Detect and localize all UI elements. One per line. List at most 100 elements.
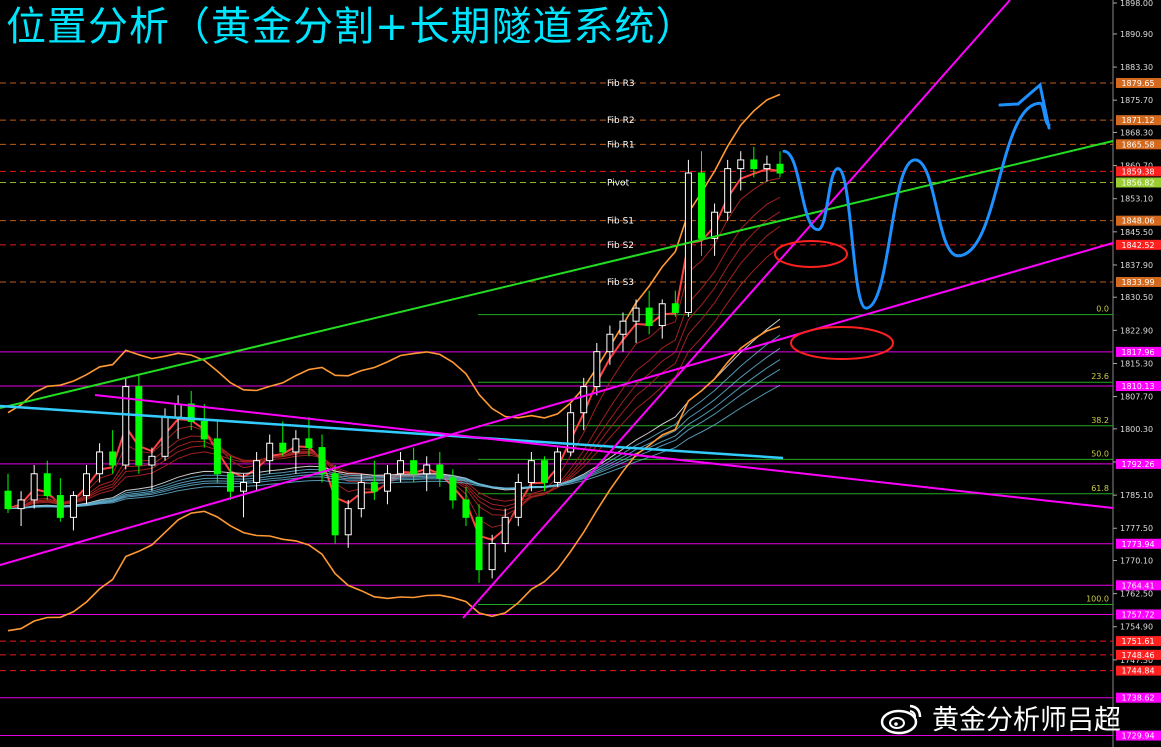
candle-body [96,451,104,475]
magenta-descending-line [94,394,1114,509]
axis-tick-label: 1815.30 [1120,359,1153,368]
candle-body [17,499,25,510]
candle-body [226,473,234,492]
candle-body [711,211,719,239]
candle-body [606,333,614,353]
level-tag-label: 1842.52 [1121,241,1154,250]
level-tag-label: 1792.26 [1121,460,1154,469]
candle-body [161,416,169,457]
fib-label: 50.0 [1091,449,1109,458]
chart-window: 0.0 23.6 38.2 50.0 61.8 100.0 Fib R3 Fib R2 Fib … [0,0,1161,747]
axis-tick-label: 1770.10 [1120,556,1153,565]
pivot-label: Fib S2 [607,241,634,251]
magenta-steep-line [462,0,1011,619]
candle-body [344,508,352,536]
axis-tick-label: 1807.70 [1120,393,1153,402]
fib-label: 23.6 [1091,372,1109,381]
pivot-label: Fib R1 [607,140,635,150]
candle-body [109,451,117,466]
level-tag-label: 1751.61 [1121,637,1154,646]
bollinger-upper [7,93,781,419]
candle-body [383,473,391,492]
candle-body [69,495,77,518]
candle-body [279,442,287,453]
pivot-label: Fib S1 [607,217,634,227]
pivot-label: Fib R2 [607,116,635,126]
pivot-label: Fib S3 [607,278,634,288]
level-tag-label: 1738.62 [1121,694,1154,703]
red-ellipse-lower [790,326,894,360]
candle-body [331,473,339,536]
candle-body [83,473,91,497]
candle-body [423,464,431,475]
candle-body [266,442,274,462]
candle-body [488,542,496,571]
candle-body [501,516,509,544]
green-trendline [0,140,1114,409]
axis-tick-label: 1868.30 [1120,128,1153,137]
candle-body [240,481,248,492]
level-tag-label: 1817.96 [1121,348,1154,357]
pivot-label: Fib R3 [607,79,635,89]
candle-body [540,460,548,483]
level-tag-label: 1748.46 [1121,651,1154,660]
level-tag-label: 1757.72 [1121,610,1154,619]
chart-title: 位置分析（黄金分割+长期隧道系统） [6,4,697,50]
level-tag-label: 1833.99 [1121,278,1154,287]
axis-tick-label: 1875.70 [1120,96,1153,105]
candle-body [56,495,64,518]
candle-body [475,516,483,571]
candle-body [318,447,326,475]
candle-body [148,455,156,466]
level-tag-label: 1744.84 [1121,667,1154,676]
level-tag-label: 1859.38 [1121,167,1154,176]
fib-label: 0.0 [1096,305,1109,314]
candle-body [357,481,365,510]
blue-forecast-path [782,101,1051,310]
axis-tick-label: 1853.10 [1120,195,1153,204]
level-tag-label: 1810.13 [1121,382,1154,391]
candle-body [30,473,38,501]
level-tag-label: 1773.94 [1121,540,1154,549]
fib-label: 38.2 [1091,416,1109,425]
level-tag-label: 1865.58 [1121,140,1154,149]
candle-body [763,163,771,170]
ma-ribbon-red [7,211,781,512]
candle-body [514,481,522,518]
level-tag-label: 1871.12 [1121,116,1154,125]
candle-body [174,403,182,418]
pivot-label: Pivot [607,178,630,188]
candle-body [619,320,627,335]
level-tag-label: 1856.82 [1121,178,1154,187]
axis-tick-label: 1785.10 [1120,491,1153,500]
level-tag-label: 1879.65 [1121,79,1154,88]
axis-tick-label: 1890.90 [1120,30,1153,39]
axis-tick-label: 1845.50 [1120,228,1153,237]
axis-tick-label: 1762.50 [1120,590,1153,599]
watermark: 黄金分析师吕超 [880,698,1121,737]
chart-canvas: 0.0 23.6 38.2 50.0 61.8 100.0 Fib R3 Fib R2 Fib … [0,0,1161,747]
candle-body [632,307,640,322]
ma-ribbon-red [7,225,781,510]
candle-body [305,438,313,449]
candle-body [671,303,679,313]
candle-body [737,159,745,170]
candle-body [580,386,588,414]
level-tag-label: 1764.41 [1121,581,1154,590]
candle-body [697,172,705,239]
candle-body [200,420,208,440]
candle-body [645,307,653,327]
candle-body [776,163,784,174]
candle-body [213,438,221,475]
candle-body [658,303,666,327]
candle-body [410,460,418,475]
axis-tick-label: 1777.50 [1120,524,1153,533]
candle-body [724,168,732,213]
axis-tick-label: 1830.50 [1120,293,1153,302]
candle-body [554,451,562,483]
candle-body [593,351,601,388]
candle-body [527,460,535,483]
candle-body [462,499,470,518]
weibo-logo-icon [880,704,922,734]
candle-body [292,438,300,453]
